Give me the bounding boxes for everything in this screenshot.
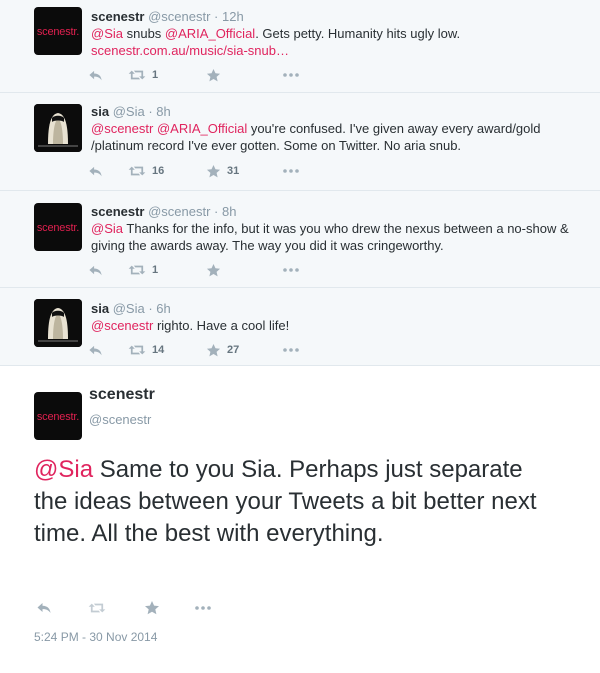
- mention-link[interactable]: @ARIA_Official: [165, 26, 255, 41]
- scenestr-logo: scenestr.: [36, 411, 80, 423]
- avatar[interactable]: scenestr.: [34, 392, 82, 440]
- mention-link[interactable]: @scenestr: [91, 121, 153, 136]
- tweet-author-handle[interactable]: @Sia: [113, 301, 145, 316]
- retweet-count: 1: [152, 69, 159, 81]
- retweet-icon[interactable]: [88, 601, 106, 615]
- tweet-timestamp[interactable]: 5:24 PM - 30 Nov 2014: [34, 630, 157, 644]
- tweet-text-part: . Gets petty. Humanity hits ugly low.: [255, 26, 461, 41]
- more-icon[interactable]: [282, 72, 300, 78]
- tweet-author-name[interactable]: sia: [91, 301, 109, 316]
- scenestr-logo: scenestr.: [36, 222, 80, 234]
- tweet-time[interactable]: · 12h: [210, 9, 244, 24]
- reply-icon[interactable]: [88, 68, 103, 83]
- tweet-text: @scenestr @ARIA_Official you're confused…: [91, 120, 580, 154]
- tweet-author-handle[interactable]: @Sia: [113, 104, 145, 119]
- mention-link[interactable]: @ARIA_Official: [157, 121, 247, 136]
- permalink-tweet: scenestr. scenestr @scenestr @Sia Same t…: [0, 366, 600, 662]
- reply-icon[interactable]: [88, 343, 103, 358]
- tweet-time[interactable]: · 8h: [145, 104, 170, 119]
- favorite-icon[interactable]: [206, 164, 221, 179]
- mention-link[interactable]: @scenestr: [91, 318, 153, 333]
- tweet-text: @scenestr righto. Have a cool life!: [91, 317, 580, 334]
- tweet-text: @Sia snubs @ARIA_Official. Gets petty. H…: [91, 25, 580, 42]
- tweet-author-handle[interactable]: @scenestr: [148, 204, 210, 219]
- scenestr-logo: scenestr.: [36, 26, 80, 38]
- tweet-author-handle[interactable]: @scenestr: [148, 9, 210, 24]
- tweet-text: @Sia Thanks for the info, but it was you…: [91, 220, 580, 254]
- retweet-icon[interactable]: [128, 343, 146, 357]
- tweet-item[interactable]: scenestr. scenestr @scenestr · 12h @Sia …: [0, 0, 600, 93]
- retweet-icon[interactable]: [128, 68, 146, 82]
- retweet-count: 14: [152, 344, 165, 356]
- more-icon[interactable]: [194, 605, 212, 611]
- tweet-author-name[interactable]: scenestr: [91, 204, 144, 219]
- sia-avatar-image: [34, 104, 82, 152]
- tweet-author-name[interactable]: scenestr: [91, 9, 144, 24]
- tweet-text: @Sia Same to you Sia. Perhaps just separ…: [34, 454, 554, 550]
- mention-link[interactable]: @Sia: [34, 456, 93, 483]
- tweet-text-part: snubs: [123, 26, 165, 41]
- tweet-text-part: Same to you Sia. Perhaps just separate t…: [34, 456, 537, 547]
- tweet-author-name[interactable]: scenestr: [89, 386, 155, 404]
- favorite-icon[interactable]: [206, 263, 221, 278]
- tweet-time[interactable]: · 6h: [145, 301, 170, 316]
- tweet-author-name[interactable]: sia: [91, 104, 109, 119]
- sia-avatar-image: [34, 299, 82, 347]
- favorite-icon[interactable]: [144, 600, 160, 616]
- reply-icon[interactable]: [88, 263, 103, 278]
- avatar[interactable]: scenestr.: [34, 7, 82, 55]
- reply-icon[interactable]: [88, 164, 103, 179]
- mention-link[interactable]: @Sia: [91, 26, 123, 41]
- retweet-count: 16: [152, 165, 165, 177]
- avatar[interactable]: [34, 299, 82, 347]
- article-link[interactable]: scenestr.com.au/music/sia-snub…: [91, 43, 289, 58]
- favorite-icon[interactable]: [206, 343, 221, 358]
- tweet-time[interactable]: · 8h: [210, 204, 236, 219]
- retweet-icon[interactable]: [128, 263, 146, 277]
- mention-link[interactable]: @Sia: [91, 221, 123, 236]
- avatar[interactable]: [34, 104, 82, 152]
- tweet-item[interactable]: sia @Sia · 6h @scenestr righto. Have a c…: [0, 288, 600, 366]
- more-icon[interactable]: [282, 168, 300, 174]
- retweet-count: 1: [152, 264, 159, 276]
- tweet-item[interactable]: sia @Sia · 8h @scenestr @ARIA_Official y…: [0, 93, 600, 191]
- tweet-author-handle[interactable]: @scenestr: [89, 412, 151, 427]
- favorite-count: 31: [227, 165, 240, 177]
- favorite-count: 27: [227, 344, 240, 356]
- retweet-icon[interactable]: [128, 164, 146, 178]
- avatar[interactable]: scenestr.: [34, 203, 82, 251]
- more-icon[interactable]: [282, 347, 300, 353]
- favorite-icon[interactable]: [206, 68, 221, 83]
- tweet-item[interactable]: scenestr. scenestr @scenestr · 8h @Sia T…: [0, 191, 600, 288]
- conversation-thread: scenestr. scenestr @scenestr · 12h @Sia …: [0, 0, 600, 366]
- tweet-text-part: righto. Have a cool life!: [153, 318, 290, 333]
- tweet-text-part: Thanks for the info, but it was you who …: [91, 221, 569, 253]
- reply-icon[interactable]: [36, 600, 52, 616]
- more-icon[interactable]: [282, 267, 300, 273]
